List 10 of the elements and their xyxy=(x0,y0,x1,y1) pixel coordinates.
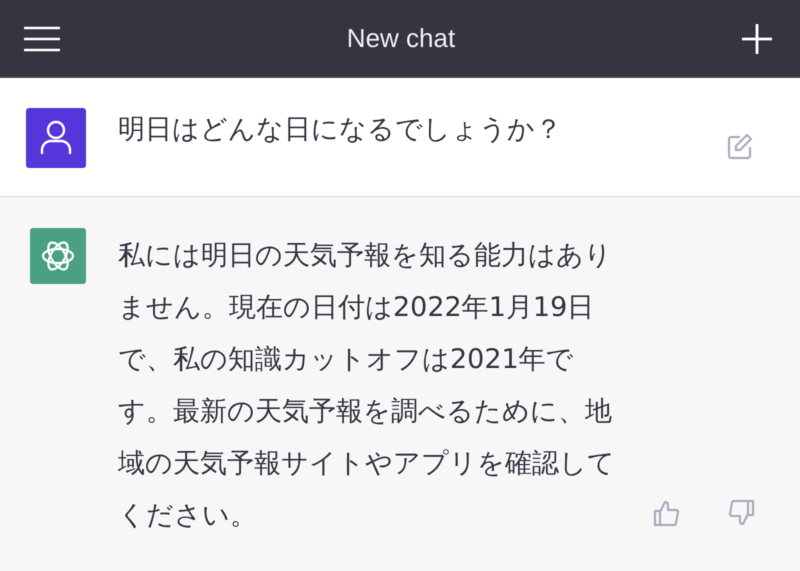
chat-title: New chat xyxy=(346,23,456,54)
user-avatar-icon xyxy=(26,108,86,168)
message-text: 私には明日の天気予報を知る能力はありません。現在の日付は2022年1月19日で、私の知識カットオフは2021年です。最新の天気予報を調べるために、地域の天気予報サイトやアプリを確認してください。 xyxy=(118,239,616,533)
edit-icon[interactable] xyxy=(726,133,754,161)
menu-icon xyxy=(24,26,60,52)
thumbs-down-icon[interactable] xyxy=(726,498,756,528)
message-text: 明日はどんな日になるでしょうか？ xyxy=(118,113,563,147)
plus-icon xyxy=(742,24,772,54)
thumbs-up-icon[interactable] xyxy=(652,498,682,528)
assistant-logo-icon xyxy=(30,228,86,284)
